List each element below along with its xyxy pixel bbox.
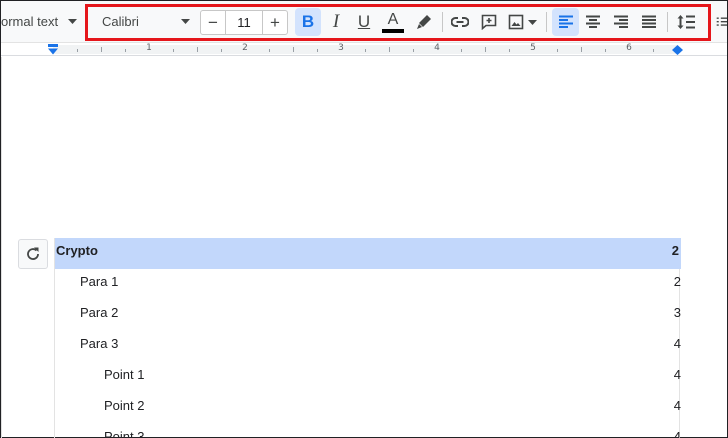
ruler-tick [389, 47, 390, 52]
align-right-icon [614, 15, 628, 28]
ruler-tick [413, 49, 414, 52]
decrease-font-size-button[interactable]: − [201, 11, 225, 34]
paragraph-style-label: ormal text [1, 14, 59, 29]
link-icon [451, 17, 469, 27]
text-color-button[interactable]: A [379, 8, 407, 36]
toc-entry-page: 2 [671, 243, 679, 258]
toolbar-divider [85, 12, 86, 32]
ruler-tick [317, 49, 318, 52]
ruler-tick [197, 47, 198, 52]
toolbar-divider [546, 12, 547, 32]
ruler-tick [605, 49, 606, 52]
ruler-tick [365, 49, 366, 52]
ruler-tick [293, 47, 294, 52]
ruler-tick [77, 49, 78, 52]
ruler-tick [221, 49, 222, 52]
text-color-swatch [382, 28, 404, 33]
add-comment-button[interactable] [476, 8, 502, 36]
font-size-stepper: − 11 + [200, 10, 288, 35]
underline-button[interactable]: U [351, 8, 377, 36]
toolbar-divider [442, 12, 443, 32]
ruler-tick [581, 47, 582, 52]
toc-entry-title: Crypto [56, 243, 98, 258]
paragraph-style-dropdown[interactable]: ormal text [1, 8, 83, 36]
image-icon [508, 14, 523, 30]
line-spacing-icon [677, 15, 695, 29]
ruler-tick [461, 49, 462, 52]
insert-link-button[interactable] [447, 8, 473, 36]
toc-entry-page: 4 [673, 336, 681, 351]
page-edge [1, 57, 2, 438]
toc-entry-para-3[interactable]: Para 3 4 [55, 331, 681, 362]
chevron-down-icon [527, 19, 537, 25]
table-of-contents: Crypto 2 Para 1 2 Para 2 3 Para 3 4 Poin… [54, 238, 681, 438]
justify-button[interactable] [636, 8, 662, 36]
refresh-icon [27, 247, 39, 260]
toc-entry-title: Point 3 [104, 429, 145, 438]
ruler-tick [101, 47, 102, 52]
ruler-tick [485, 47, 486, 52]
toc-entry-page: 4 [673, 398, 681, 413]
toc-entry-title: Point 2 [104, 398, 145, 413]
font-size-input[interactable]: 11 [225, 11, 263, 34]
line-spacing-button[interactable] [672, 8, 700, 36]
toc-entry-point-2[interactable]: Point 2 4 [55, 393, 681, 424]
horizontal-ruler: 1 2 3 4 5 6 [1, 43, 727, 56]
update-table-of-contents-button[interactable] [18, 239, 48, 269]
ruler-tick [269, 49, 270, 52]
left-indent-marker-icon[interactable] [47, 44, 59, 55]
toc-entry-point-3[interactable]: Point 3 4 [55, 424, 681, 438]
toc-entry-point-1[interactable]: Point 1 4 [55, 362, 681, 393]
checklist-icon [716, 17, 727, 26]
toc-entry-title: Para 3 [80, 336, 119, 351]
align-right-button[interactable] [608, 8, 634, 36]
toolbar-divider [667, 12, 668, 32]
toc-entry-page: 3 [673, 305, 681, 320]
ruler-number: 5 [530, 43, 536, 53]
ruler-tick [173, 49, 174, 52]
bold-icon: B [301, 12, 315, 31]
justify-icon [642, 15, 656, 28]
increase-font-size-button[interactable]: + [263, 11, 287, 34]
ruler-number: 3 [338, 43, 344, 53]
ruler-tick [653, 49, 654, 52]
toc-entry-para-1[interactable]: Para 1 2 [55, 269, 681, 300]
align-center-icon [586, 15, 600, 28]
italic-button[interactable]: I [323, 8, 349, 36]
toc-entry-crypto[interactable]: Crypto 2 [55, 238, 681, 269]
ruler-tick [125, 49, 126, 52]
align-left-button[interactable] [552, 8, 579, 36]
bold-button[interactable]: B [295, 8, 321, 36]
align-center-button[interactable] [580, 8, 606, 36]
ruler-number: 2 [242, 43, 248, 53]
formatting-toolbar: ormal text Calibri − 11 + B I U A [1, 1, 727, 43]
font-family-label: Calibri [102, 14, 139, 29]
italic-icon: I [332, 11, 340, 32]
underline-icon: U [357, 12, 371, 31]
toc-entry-page: 2 [673, 274, 681, 289]
toc-entry-title: Para 2 [80, 305, 119, 320]
ruler-tick [557, 49, 558, 52]
toc-entry-para-2[interactable]: Para 2 3 [55, 300, 681, 331]
toc-entry-page: 4 [673, 367, 681, 382]
right-indent-marker-icon[interactable] [672, 45, 683, 55]
ruler-number: 1 [146, 43, 152, 53]
align-left-icon [558, 15, 573, 28]
highlight-color-button[interactable] [411, 8, 437, 36]
ruler-number: 6 [626, 43, 632, 53]
toc-entry-title: Point 1 [104, 367, 145, 382]
highlighter-icon [417, 15, 431, 29]
chevron-down-icon [181, 19, 190, 24]
ruler-tick [509, 49, 510, 52]
text-color-icon: A [387, 10, 399, 28]
chevron-down-icon [68, 19, 77, 24]
toc-entry-title: Para 1 [80, 274, 119, 289]
toc-entry-page: 4 [673, 429, 681, 438]
ruler-number: 4 [434, 43, 440, 53]
insert-image-button[interactable] [505, 8, 539, 36]
checklist-button[interactable] [716, 8, 727, 36]
font-family-dropdown[interactable]: Calibri [97, 8, 195, 36]
add-comment-icon [481, 14, 497, 30]
